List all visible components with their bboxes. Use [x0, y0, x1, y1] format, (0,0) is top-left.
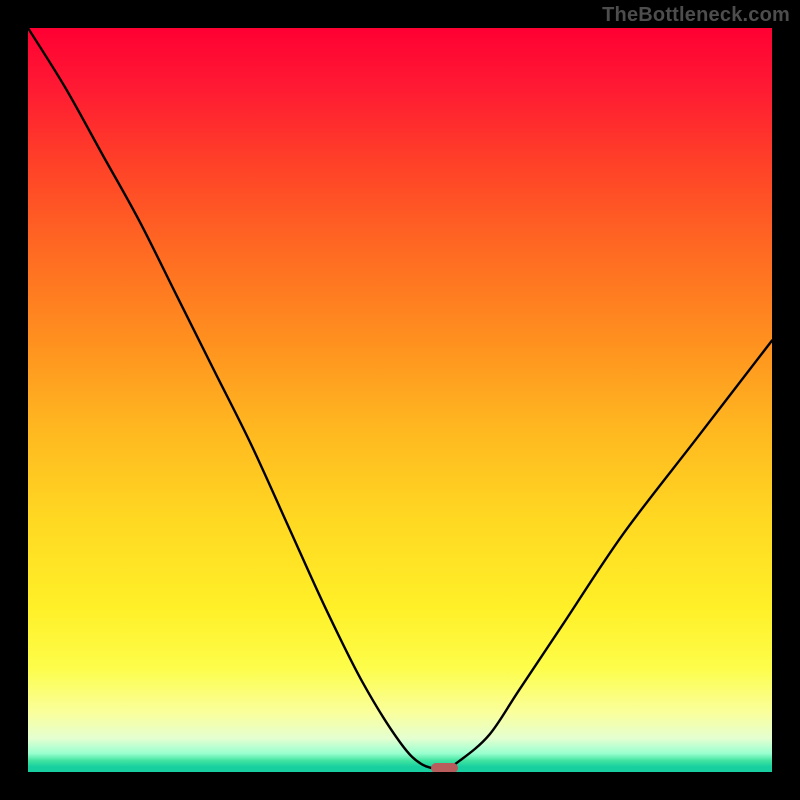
minimum-marker	[431, 763, 458, 772]
watermark-text: TheBottleneck.com	[602, 4, 790, 27]
bottleneck-curve	[28, 28, 772, 772]
plot-area	[28, 28, 772, 772]
chart-frame: TheBottleneck.com	[0, 0, 800, 800]
